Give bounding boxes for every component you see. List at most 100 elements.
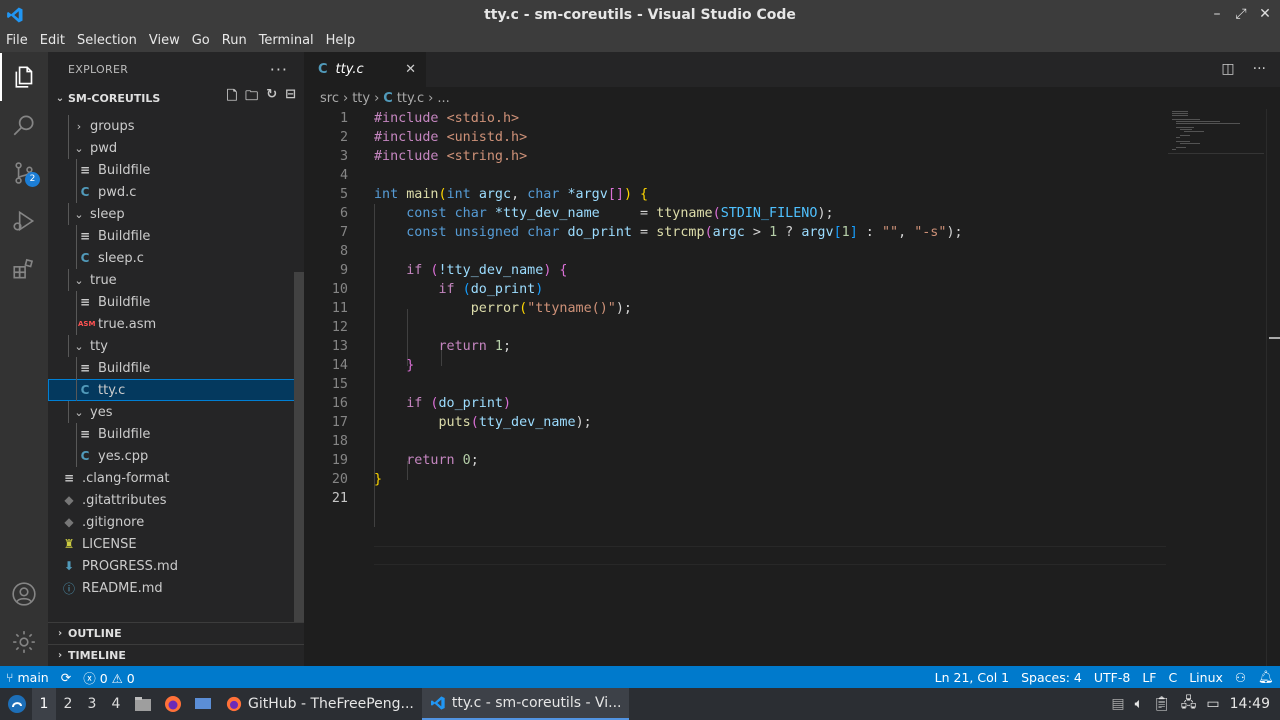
folder-item[interactable]: ⌄ tty	[48, 335, 304, 357]
file-manager-icon[interactable]	[130, 691, 156, 717]
encoding-status[interactable]: UTF-8	[1088, 670, 1136, 685]
live-share-icon[interactable]: ⚇	[1229, 670, 1252, 685]
menu-file[interactable]: File	[0, 30, 34, 52]
token: return	[406, 453, 455, 468]
token: ?	[777, 225, 802, 240]
workspace-1[interactable]: 1	[32, 688, 56, 720]
file-item[interactable]: ◆ .gitattributes	[48, 489, 304, 511]
start-menu-icon[interactable]	[4, 691, 30, 717]
token: "ttyname()"	[527, 301, 616, 316]
network-icon[interactable]: 🖧	[1181, 692, 1197, 716]
tree-item-label: yes	[90, 404, 113, 420]
close-icon[interactable]: ✕	[1258, 6, 1272, 22]
file-item[interactable]: ≡ Buildfile	[48, 291, 304, 313]
breadcrumb-symbol[interactable]: ...	[437, 91, 449, 106]
volume-icon[interactable]: 🔈︎	[1135, 696, 1143, 712]
minimap[interactable]	[1168, 109, 1268, 159]
manage-button[interactable]	[0, 618, 48, 666]
sync-icon[interactable]: ⟳	[55, 670, 77, 685]
menu-selection[interactable]: Selection	[71, 30, 143, 52]
more-actions-icon[interactable]: ···	[270, 60, 288, 79]
file-item[interactable]: ◆ .gitignore	[48, 511, 304, 533]
explorer-button[interactable]	[0, 53, 48, 101]
maximize-icon[interactable]: ⤢	[1234, 6, 1248, 22]
close-tab-icon[interactable]: ✕	[405, 62, 416, 77]
collapse-all-icon[interactable]: ⊟	[285, 87, 296, 109]
more-actions-icon[interactable]: ···	[1253, 61, 1266, 77]
breadcrumb-file[interactable]: tty.c	[397, 91, 424, 106]
monitor-icon[interactable]: ▭	[1206, 696, 1219, 712]
notifications-icon[interactable]: 🔔︎	[1252, 669, 1280, 685]
branch-status[interactable]: ⑂ main	[0, 670, 55, 685]
workspace-3[interactable]: 3	[80, 696, 104, 712]
cursor-position[interactable]: Ln 21, Col 1	[929, 670, 1016, 685]
task-firefox[interactable]: GitHub - TheFreePeng...	[218, 688, 422, 720]
account-icon	[12, 582, 36, 606]
breadcrumb-tty[interactable]: tty	[352, 91, 370, 106]
code-editor[interactable]: 1 2 3 4 5 6 7 8 9 10 11 12 13 14 15 16 17 18 19 20 21 #inclu…	[304, 109, 1280, 666]
folder-item[interactable]: › groups	[48, 115, 304, 137]
folder-item[interactable]: ⌄ yes	[48, 401, 304, 423]
file-item[interactable]: Cyes.cpp	[48, 445, 304, 467]
eol-status[interactable]: LF	[1136, 670, 1162, 685]
file-item[interactable]: ≡ .clang-format	[48, 467, 304, 489]
new-file-icon[interactable]: 🗋	[227, 87, 237, 109]
menu-edit[interactable]: Edit	[34, 30, 71, 52]
firefox-icon[interactable]	[160, 691, 186, 717]
file-item[interactable]: ⓘ README.md	[48, 577, 304, 599]
problems-status[interactable]: ⓧ 0 ⚠ 0	[77, 668, 141, 687]
token: ""	[881, 225, 899, 240]
platform-status[interactable]: Linux	[1183, 670, 1229, 685]
file-item[interactable]: ♜ LICENSE	[48, 533, 304, 555]
file-item[interactable]: ASM true.asm	[48, 313, 304, 335]
tab-tty-c[interactable]: C tty.c ✕	[304, 52, 426, 87]
tree-item-label: LICENSE	[82, 536, 137, 552]
refresh-icon[interactable]: ↻	[266, 87, 277, 109]
project-header[interactable]: ⌄ SM-COREUTILS 🗋 🗀 ↻ ⊟	[48, 87, 304, 109]
folder-item[interactable]: ⌄ sleep	[48, 203, 304, 225]
tray-menu-icon[interactable]: ▤	[1111, 696, 1124, 712]
file-item[interactable]: ≡ Buildfile	[48, 225, 304, 247]
menu-run[interactable]: Run	[216, 30, 253, 52]
clipboard-icon[interactable]: 📋︎	[1153, 696, 1171, 712]
folder-item[interactable]: ⌄ pwd	[48, 137, 304, 159]
source-control-button[interactable]: 2	[0, 149, 48, 197]
search-button[interactable]	[0, 101, 48, 149]
language-status[interactable]: C	[1162, 670, 1183, 685]
extensions-button[interactable]	[0, 245, 48, 293]
outline-section[interactable]: › OUTLINE	[48, 622, 304, 644]
menu-help[interactable]: Help	[320, 30, 362, 52]
folder-item[interactable]: ⌄ true	[48, 269, 304, 291]
breadcrumb-src[interactable]: src	[320, 91, 339, 106]
file-item[interactable]: ≡ Buildfile	[48, 423, 304, 445]
file-item[interactable]: ≡ Buildfile	[48, 357, 304, 379]
c-file-icon: C	[80, 383, 90, 397]
chevron-down-icon: ⌄	[55, 92, 65, 104]
editor-scrollbar[interactable]	[1266, 109, 1280, 666]
token: const unsigned char	[406, 225, 560, 240]
new-folder-icon[interactable]: 🗀	[245, 87, 258, 109]
run-debug-button[interactable]	[0, 197, 48, 245]
accounts-button[interactable]	[0, 570, 48, 618]
indentation-status[interactable]: Spaces: 4	[1015, 670, 1088, 685]
minimize-icon[interactable]: –	[1210, 6, 1224, 22]
code-line-16: if (do_print)	[374, 394, 511, 413]
chevron-right-icon: ›	[76, 119, 82, 133]
menu-terminal[interactable]: Terminal	[253, 30, 320, 52]
file-item[interactable]: Cpwd.c	[48, 181, 304, 203]
file-item[interactable]: ≡ Buildfile	[48, 159, 304, 181]
split-editor-icon[interactable]: ◫	[1221, 61, 1234, 77]
sidebar-scrollbar[interactable]	[294, 272, 304, 622]
file-item[interactable]: Ctty.c	[48, 379, 304, 401]
desktop-icon[interactable]	[190, 691, 216, 717]
menu-go[interactable]: Go	[186, 30, 216, 52]
workspace-4[interactable]: 4	[104, 696, 128, 712]
workspace-2[interactable]: 2	[56, 696, 80, 712]
timeline-section[interactable]: › TIMELINE	[48, 644, 304, 666]
task-vscode[interactable]: tty.c - sm-coreutils - Vi...	[421, 688, 630, 720]
menu-view[interactable]: View	[143, 30, 186, 52]
file-item[interactable]: ⬇ PROGRESS.md	[48, 555, 304, 577]
file-item[interactable]: Csleep.c	[48, 247, 304, 269]
token: *tty_dev_name	[486, 206, 600, 221]
text-file-icon: ≡	[79, 427, 91, 441]
